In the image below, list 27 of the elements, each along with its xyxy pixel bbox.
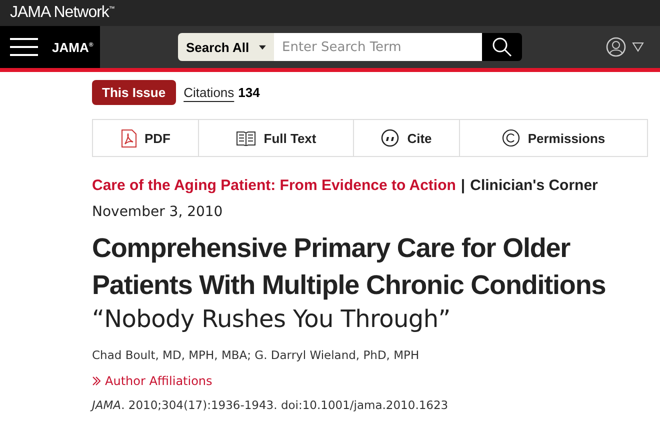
quote-icon xyxy=(381,129,400,147)
issue-tab[interactable]: This Issue xyxy=(92,80,176,105)
section-label: Clinician's Corner xyxy=(470,177,598,194)
publication-date: November 3, 2010 xyxy=(92,204,224,220)
search-scope-dropdown[interactable]: Search All xyxy=(178,33,274,61)
search-field[interactable]: Enter Search Term xyxy=(274,33,482,61)
pdf-icon xyxy=(120,128,136,148)
separator: | xyxy=(460,177,466,194)
affiliations-link[interactable]: Author Affiliations xyxy=(92,374,648,388)
menu-icon[interactable] xyxy=(10,37,38,57)
journal-logo[interactable]: JAMA$^{®}$ xyxy=(52,40,94,54)
citation-text: JAMA. 2010;304(17):1936-1943. doi:10.1001/jama.2010.1623 xyxy=(92,398,450,412)
article-subtitle: “Nobody Rushes You Through” xyxy=(92,304,452,334)
caret-icon xyxy=(259,44,266,50)
book-icon xyxy=(236,130,256,146)
user-icon xyxy=(606,37,626,57)
chevron-icon xyxy=(92,376,101,386)
citation-count: 134 xyxy=(238,85,260,100)
author-list: Chad Boult, MD, MPH, MBA; G. Darryl Wieland, PhD, MPH xyxy=(92,348,648,362)
search-button[interactable] xyxy=(482,33,522,61)
series-link[interactable]: Care of the Aging Patient: From Evidence to Action xyxy=(92,177,456,194)
search-icon xyxy=(492,37,512,57)
network-logo[interactable]: JAMA Network$^{™}$ xyxy=(10,4,114,22)
copyright-icon xyxy=(502,129,520,147)
article-title: Comprehensive Primary Care for Older Patients With Multiple Chronic Conditions xyxy=(92,232,607,302)
citations-tab[interactable]: Citations xyxy=(184,80,234,105)
triangle-icon xyxy=(632,42,644,52)
